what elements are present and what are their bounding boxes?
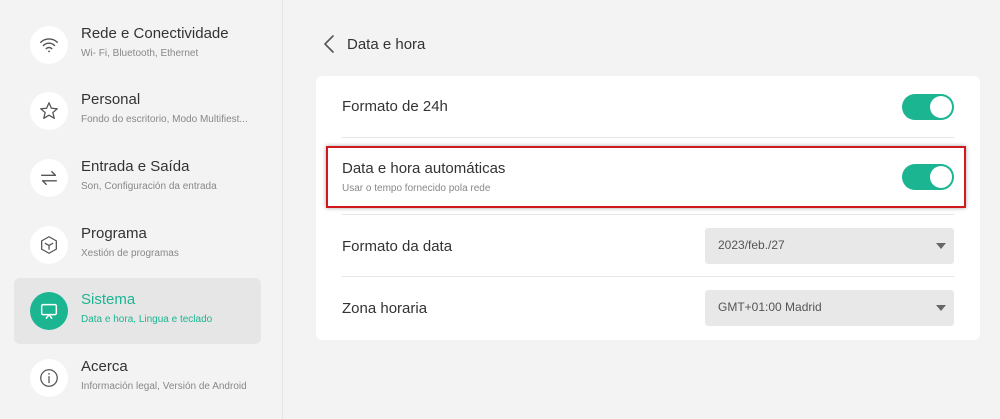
select-value: 2023/feb./27 — [718, 238, 785, 252]
timezone-select[interactable]: GMT+01:00 Madrid — [705, 290, 954, 326]
sidebar-item-title: Acerca — [81, 358, 128, 375]
sidebar-item-system[interactable]: Sistema Data e hora, Lingua e teclado — [14, 278, 261, 344]
sidebar-item-title: Sistema — [81, 291, 136, 308]
setting-row-date-format: Formato da data 2023/feb./27 — [342, 215, 954, 277]
info-icon — [30, 359, 68, 397]
sidebar-item-title: Rede e Conectividade — [81, 25, 229, 42]
toggle-knob — [930, 96, 952, 118]
setting-row-24h: Formato de 24h — [342, 76, 954, 138]
select-value: GMT+01:00 Madrid — [718, 300, 822, 314]
auto-datetime-toggle[interactable] — [902, 164, 954, 190]
main-panel: Data e hora Formato de 24h Data e hora a… — [283, 0, 1000, 419]
cube-icon — [30, 226, 68, 264]
sidebar-item-about[interactable]: Acerca Información legal, Versión de And… — [14, 345, 261, 411]
setting-row-auto-datetime: Data e hora automáticas Usar o tempo for… — [342, 138, 954, 214]
setting-label: Formato de 24h — [342, 98, 448, 115]
caret-down-icon — [936, 243, 946, 249]
caret-down-icon — [936, 305, 946, 311]
sidebar-item-personal[interactable]: Personal Fondo do escritorio, Modo Multi… — [14, 78, 261, 144]
star-icon — [30, 92, 68, 130]
setting-label: Zona horaria — [342, 300, 428, 317]
sidebar-item-subtitle: Fondo do escritorio, Modo Multifiest... — [81, 114, 248, 125]
toggle-knob — [930, 166, 952, 188]
sidebar-item-title: Entrada e Saída — [81, 158, 190, 175]
sidebar-item-subtitle: Información legal, Versión de Android — [81, 381, 247, 392]
setting-label: Data e hora automáticas — [342, 160, 506, 177]
sidebar-item-title: Personal — [81, 91, 141, 108]
date-format-select[interactable]: 2023/feb./27 — [705, 228, 954, 264]
sidebar-item-input-output[interactable]: Entrada e Saída Son, Configuración da en… — [14, 145, 261, 211]
setting-label: Formato da data — [342, 238, 453, 255]
back-button[interactable]: Data e hora — [323, 30, 425, 58]
format-24h-toggle[interactable] — [902, 94, 954, 120]
sidebar-item-subtitle: Son, Configuración da entrada — [81, 181, 217, 192]
setting-row-timezone: Zona horaria GMT+01:00 Madrid — [342, 277, 954, 339]
page-title: Data e hora — [347, 35, 426, 53]
monitor-icon — [30, 292, 68, 330]
wifi-icon — [30, 26, 68, 64]
sidebar-item-subtitle: Data e hora, Lingua e teclado — [81, 314, 213, 325]
sidebar-item-subtitle: Xestión de programas — [81, 248, 179, 259]
sidebar-item-programs[interactable]: Programa Xestión de programas — [14, 212, 261, 278]
sidebar: Rede e Conectividade Wi- Fi, Bluetooth, … — [0, 0, 283, 419]
settings-card: Formato de 24h Data e hora automáticas U… — [316, 76, 980, 340]
setting-sublabel: Usar o tempo fornecido pola rede — [342, 183, 491, 194]
swap-arrows-icon — [30, 159, 68, 197]
sidebar-item-network[interactable]: Rede e Conectividade Wi- Fi, Bluetooth, … — [14, 12, 261, 78]
sidebar-item-subtitle: Wi- Fi, Bluetooth, Ethernet — [81, 48, 199, 59]
sidebar-item-title: Programa — [81, 225, 147, 242]
chevron-left-icon — [324, 35, 334, 53]
